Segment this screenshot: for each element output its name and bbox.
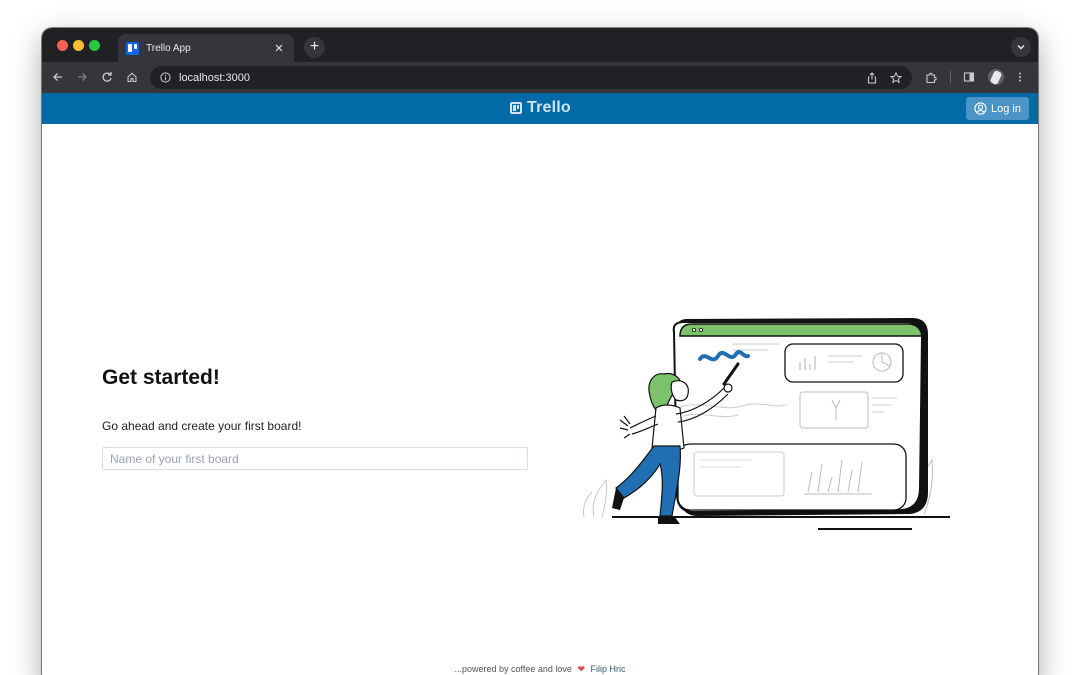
board-name-input[interactable] (102, 447, 528, 470)
home-icon (127, 72, 137, 83)
puzzle-icon (926, 72, 937, 83)
avatar (988, 69, 1004, 85)
browser-menu-button[interactable] (1017, 67, 1023, 87)
login-label: Log in (991, 102, 1021, 115)
share-icon[interactable] (866, 71, 878, 84)
home-button[interactable] (122, 67, 142, 87)
url-text[interactable]: localhost:3000 (179, 72, 250, 84)
browser-toolbar: localhost:3000 (42, 62, 1038, 93)
trello-logo[interactable]: Trello (510, 99, 571, 117)
tab-trello-app[interactable]: Trello App ✕ (118, 34, 294, 62)
page-subtitle: Go ahead and create your first board! (102, 419, 302, 433)
close-window-button[interactable] (57, 40, 68, 51)
trello-favicon-icon (126, 41, 139, 55)
heart-icon: ❤ (577, 664, 585, 674)
reload-button[interactable] (97, 67, 117, 87)
page-title: Get started! (102, 366, 220, 389)
info-icon[interactable] (160, 72, 171, 83)
address-bar[interactable]: localhost:3000 (150, 66, 912, 89)
tab-search-button[interactable] (1011, 37, 1031, 57)
new-tab-button[interactable]: + (304, 37, 325, 58)
extensions-button[interactable] (925, 67, 938, 87)
chevron-down-icon (1017, 45, 1025, 50)
get-started-illustration (583, 318, 950, 530)
forward-button[interactable] (72, 67, 92, 87)
app-header: Trello Log in (42, 93, 1038, 124)
side-panel-icon (963, 72, 975, 82)
brand-name: Trello (527, 99, 571, 116)
tab-title: Trello App (146, 42, 191, 54)
side-panel-button[interactable] (963, 67, 975, 87)
star-icon[interactable] (890, 71, 902, 84)
minimize-window-button[interactable] (73, 40, 84, 51)
author-link[interactable]: Filip Hric (591, 664, 626, 674)
tab-strip: Trello App ✕ + (42, 28, 1038, 62)
footer: ...powered by coffee and love ❤ Filip Hr… (42, 664, 1038, 675)
footer-text: ...powered by coffee and love (454, 664, 572, 674)
user-circle-icon (974, 102, 987, 115)
main-content: Get started! Go ahead and create your fi… (42, 124, 1038, 675)
arrow-left-icon (53, 73, 62, 81)
toolbar-divider (950, 67, 951, 87)
profile-button[interactable] (988, 67, 1004, 87)
zoom-window-button[interactable] (89, 40, 100, 51)
back-button[interactable] (48, 67, 68, 87)
reload-icon (102, 72, 112, 82)
tab-close-icon[interactable]: ✕ (272, 42, 286, 55)
arrow-right-icon (78, 73, 87, 81)
kebab-menu-icon (1019, 72, 1021, 82)
trello-board-icon (510, 102, 522, 114)
login-button[interactable]: Log in (966, 97, 1029, 120)
browser-window: Trello App ✕ + localhost:3000 Trello Log… (42, 28, 1038, 675)
